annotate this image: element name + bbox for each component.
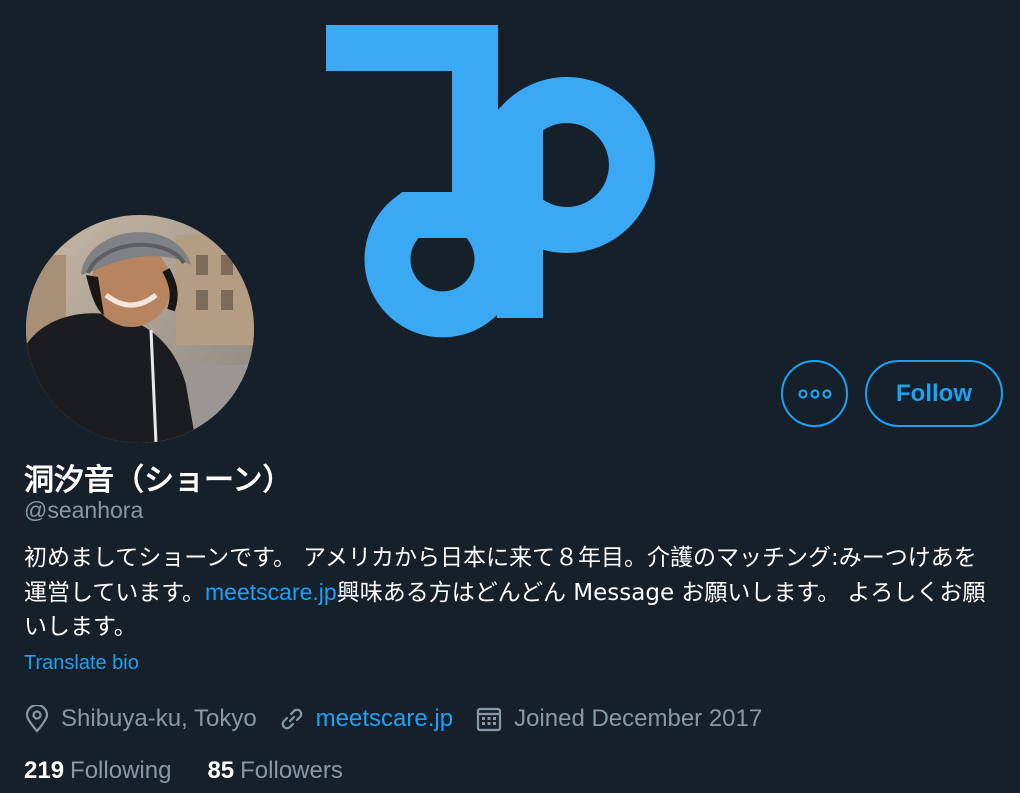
bio-link[interactable]: meetscare.jp — [205, 579, 337, 605]
website-item[interactable]: meetscare.jp — [279, 705, 453, 733]
followers-stat[interactable]: 85 Followers — [207, 757, 342, 785]
location-item: Shibuya-ku, Tokyo — [24, 705, 257, 733]
following-stat[interactable]: 219 Following — [24, 757, 171, 785]
avatar-photo — [26, 215, 254, 443]
profile-stats: 219 Following 85 Followers — [24, 755, 379, 787]
following-label: Following — [70, 757, 172, 784]
follow-button[interactable]: Follow — [865, 360, 1003, 427]
display-name: 洞汐音（ショーン） — [24, 463, 293, 498]
profile-avatar[interactable] — [22, 211, 258, 447]
translate-bio-link[interactable]: Translate bio — [24, 652, 139, 675]
location-pin-icon — [25, 705, 49, 733]
profile-meta: Shibuya-ku, Tokyo meetscare.jp Joined De… — [24, 702, 784, 736]
website-link[interactable]: meetscare.jp — [316, 705, 453, 733]
more-horizontal-icon — [797, 388, 832, 399]
user-handle: @seanhora — [24, 497, 144, 523]
calendar-icon — [476, 707, 502, 732]
followers-count: 85 — [207, 757, 235, 784]
joined-text: Joined December 2017 — [514, 705, 763, 732]
profile-bio: 初めましてショーンです。 アメリカから日本に来て８年目。介護のマッチング:みーつ… — [24, 541, 999, 644]
more-options-button[interactable] — [781, 360, 848, 427]
location-text: Shibuya-ku, Tokyo — [61, 705, 257, 732]
following-count: 219 — [24, 757, 65, 784]
link-icon — [281, 708, 302, 730]
joined-item: Joined December 2017 — [475, 705, 762, 733]
followers-label: Followers — [240, 757, 343, 784]
